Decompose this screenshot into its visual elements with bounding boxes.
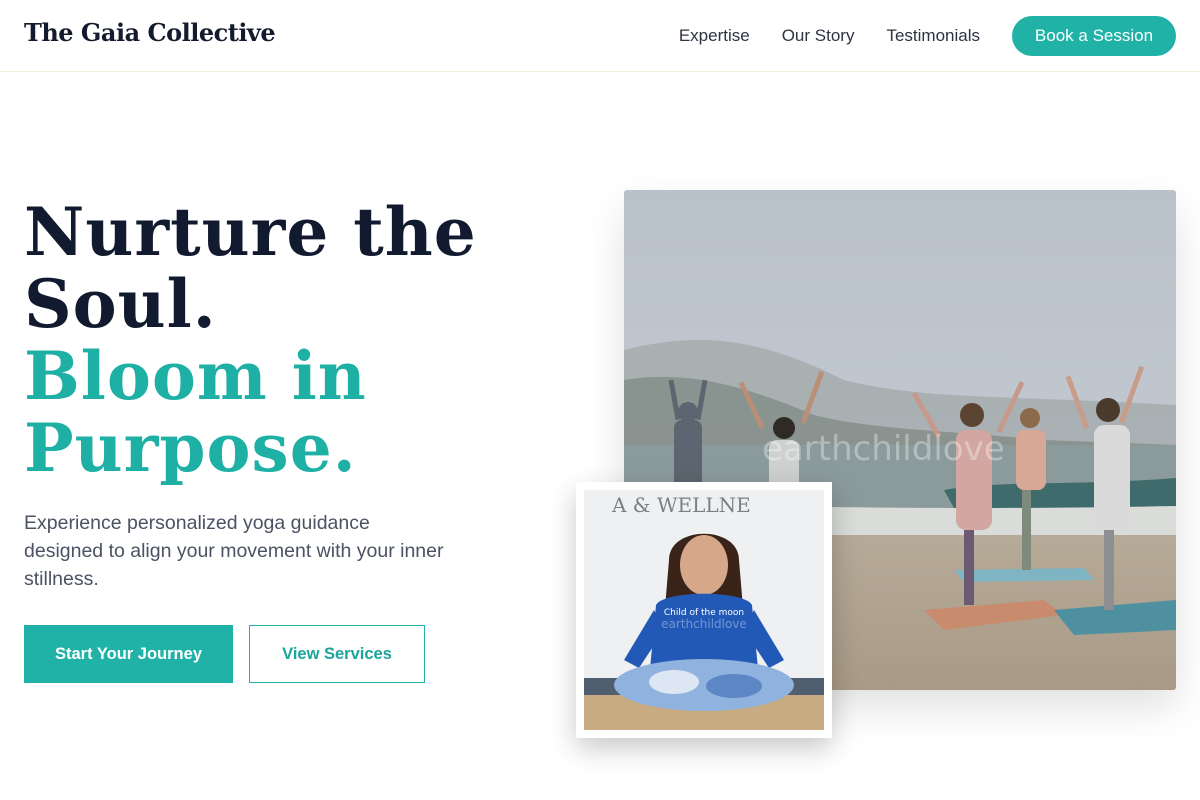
nav-link-expertise[interactable]: Expertise (679, 26, 750, 46)
site-logo[interactable]: The Gaia Collective (24, 18, 276, 47)
instructor-portrait-photo: A & WELLNE Child of the moon earthchildl… (584, 490, 824, 730)
site-header: The Gaia Collective Expertise Our Story … (0, 0, 1200, 72)
hero-title-line-4: Purpose. (24, 409, 357, 487)
view-services-button[interactable]: View Services (249, 625, 425, 683)
start-journey-button[interactable]: Start Your Journey (24, 625, 233, 683)
book-session-button[interactable]: Book a Session (1012, 16, 1176, 56)
instructor-photo-frame: A & WELLNE Child of the moon earthchildl… (576, 482, 832, 738)
wall-logo-text: A & WELLNE (611, 493, 751, 517)
hero-title-line-3: Bloom in (24, 337, 367, 415)
hero-description: Experience personalized yoga guidance de… (24, 512, 444, 590)
nav-link-testimonials[interactable]: Testimonials (886, 26, 980, 46)
hero-title: Nurture the Soul. Bloom in Purpose. (24, 196, 544, 484)
nav-link-our-story[interactable]: Our Story (782, 26, 855, 46)
main-photo-watermark: earthchildlove (762, 429, 1005, 469)
hero-title-line-2: Soul. (24, 265, 217, 343)
inset-photo-watermark: earthchildlove (661, 617, 747, 631)
main-nav: Expertise Our Story Testimonials Book a … (679, 16, 1176, 56)
hero-title-line-1: Nurture the (24, 193, 477, 271)
